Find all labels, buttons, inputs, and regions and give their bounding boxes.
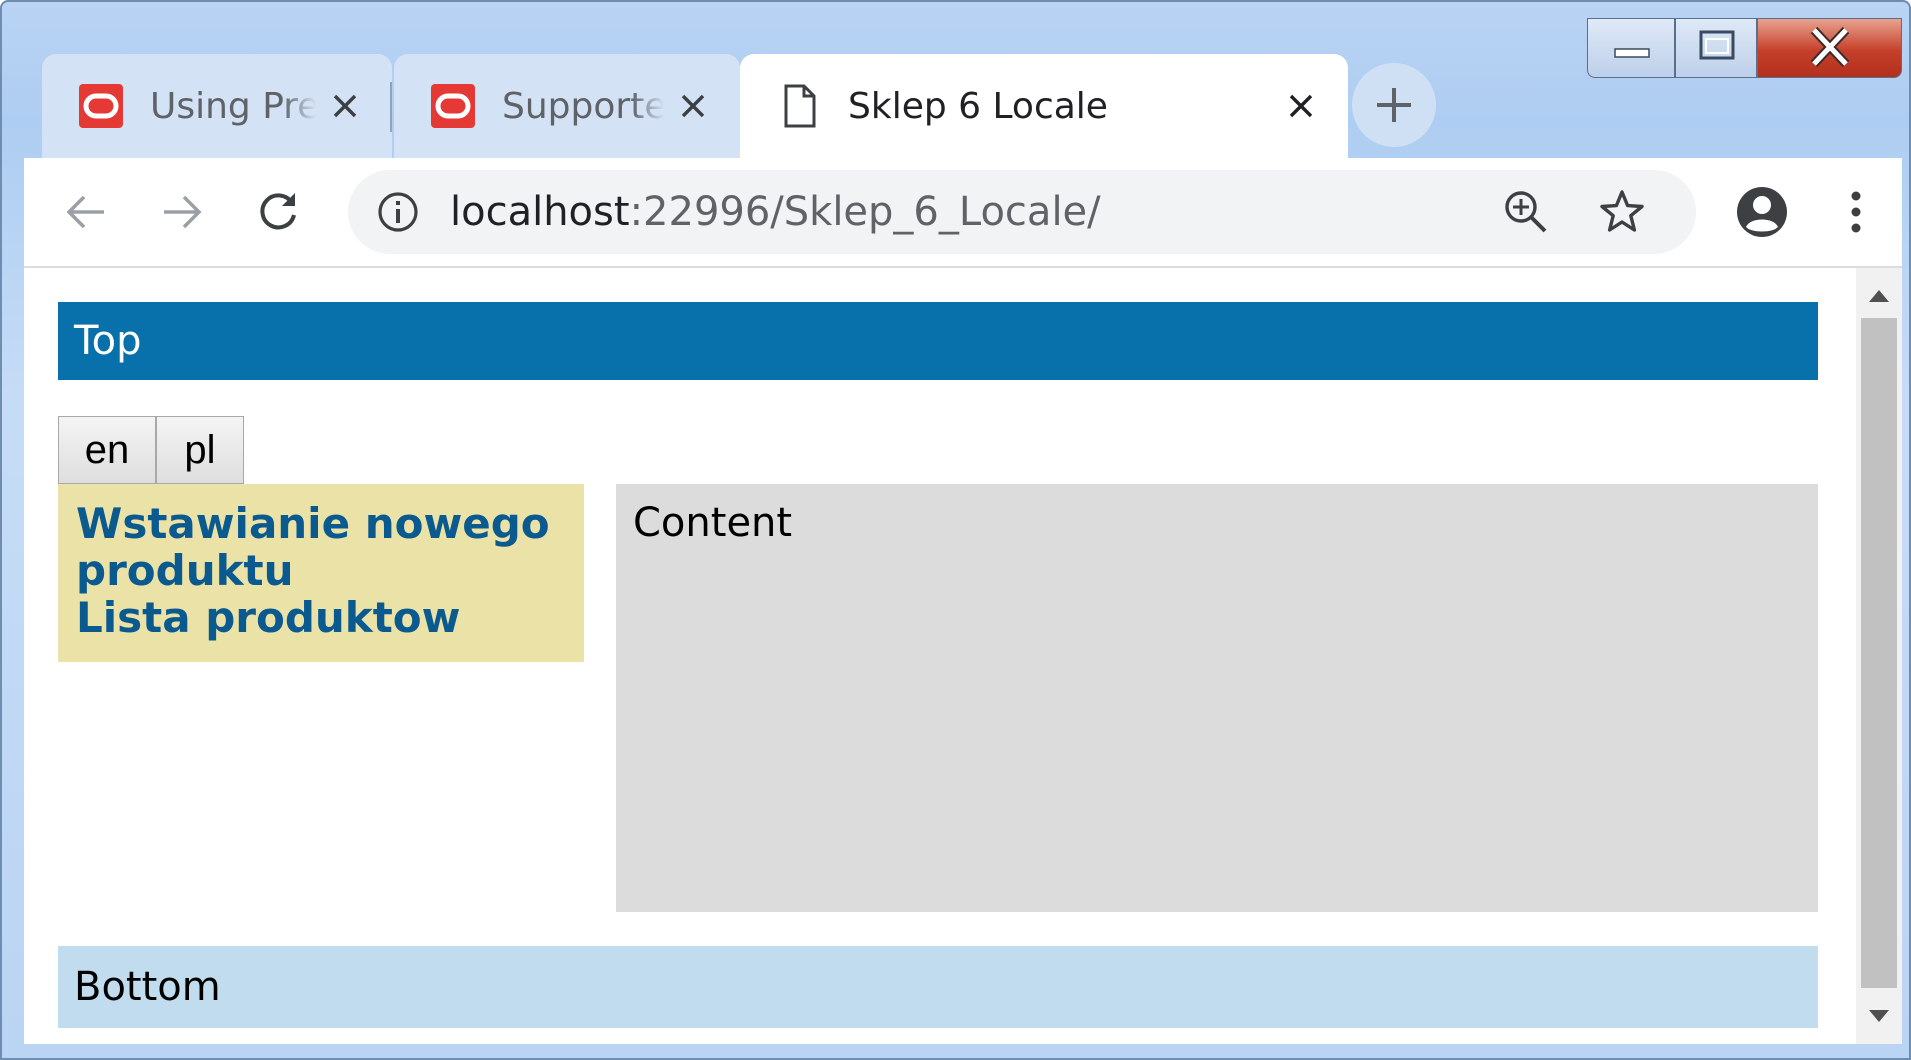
oracle-icon [79, 84, 123, 128]
page-viewport: Top en pl Wstawianie nowego produktu Lis… [24, 268, 1902, 1044]
top-section: Top [58, 302, 1818, 380]
oracle-icon [431, 84, 475, 128]
scrollbar-thumb[interactable] [1861, 318, 1897, 988]
menu-button[interactable] [1830, 186, 1882, 238]
tab-sklep-6-locale[interactable]: Sklep 6 Locale [740, 54, 1348, 158]
reload-button[interactable] [252, 186, 304, 238]
scroll-up-icon[interactable] [1869, 288, 1889, 302]
star-icon[interactable] [1598, 188, 1646, 236]
zoom-icon[interactable] [1503, 189, 1549, 235]
plus-icon [1377, 88, 1411, 122]
reload-icon [260, 193, 296, 230]
tab-separator [390, 82, 392, 132]
tab-title: Sklep 6 Locale [848, 85, 1108, 127]
left-menu: Wstawianie nowego produktu Lista produkt… [58, 484, 584, 662]
close-icon[interactable] [1284, 89, 1318, 123]
minimize-icon [1614, 48, 1650, 58]
tab-title: Using Predefin [150, 85, 316, 127]
bottom-section: Bottom [58, 946, 1818, 1028]
document-icon [784, 84, 816, 128]
address-bar[interactable]: localhost:22996/Sklep_6_Locale/ [348, 170, 1696, 254]
menu-link-product-list[interactable]: Lista produktow [76, 594, 566, 641]
forward-button[interactable] [156, 186, 208, 238]
close-icon[interactable] [676, 89, 710, 123]
window-close-button[interactable] [1757, 18, 1902, 78]
more-vert-icon [1851, 191, 1861, 233]
url-text[interactable]: localhost:22996/Sklep_6_Locale/ [450, 170, 1101, 254]
close-icon[interactable] [328, 89, 362, 123]
info-icon[interactable] [376, 190, 420, 234]
browser-window: Using Predefin Supported Enc Sklep 6 Loc… [0, 0, 1911, 1060]
tab-using-predefined[interactable]: Using Predefin [42, 54, 392, 158]
minimize-button[interactable] [1587, 18, 1675, 78]
menu-link-insert-product[interactable]: Wstawianie nowego produktu [76, 500, 566, 594]
browser-toolbar: localhost:22996/Sklep_6_Locale/ [24, 158, 1902, 268]
tab-title: Supported Enc [502, 85, 664, 127]
tab-supported-encodings[interactable]: Supported Enc [394, 54, 740, 158]
new-tab-button[interactable] [1352, 63, 1436, 147]
vertical-scrollbar[interactable] [1856, 268, 1902, 1044]
url-host: localhost [450, 189, 630, 235]
url-path: :22996/Sklep_6_Locale/ [629, 189, 1101, 235]
account-icon [1737, 187, 1787, 237]
maximize-icon [1699, 30, 1735, 60]
arrow-right-icon [164, 195, 202, 229]
profile-button[interactable] [1734, 184, 1790, 240]
lang-en-button[interactable]: en [58, 416, 156, 484]
back-button[interactable] [60, 186, 112, 238]
window-close-icon [1810, 26, 1850, 68]
scroll-down-icon[interactable] [1869, 1010, 1889, 1024]
tab-strip: Using Predefin Supported Enc Sklep 6 Loc… [22, 54, 1436, 158]
lang-pl-button[interactable]: pl [156, 416, 244, 484]
content-section: Content [616, 484, 1818, 912]
arrow-left-icon [66, 195, 104, 229]
maximize-button[interactable] [1675, 18, 1757, 78]
